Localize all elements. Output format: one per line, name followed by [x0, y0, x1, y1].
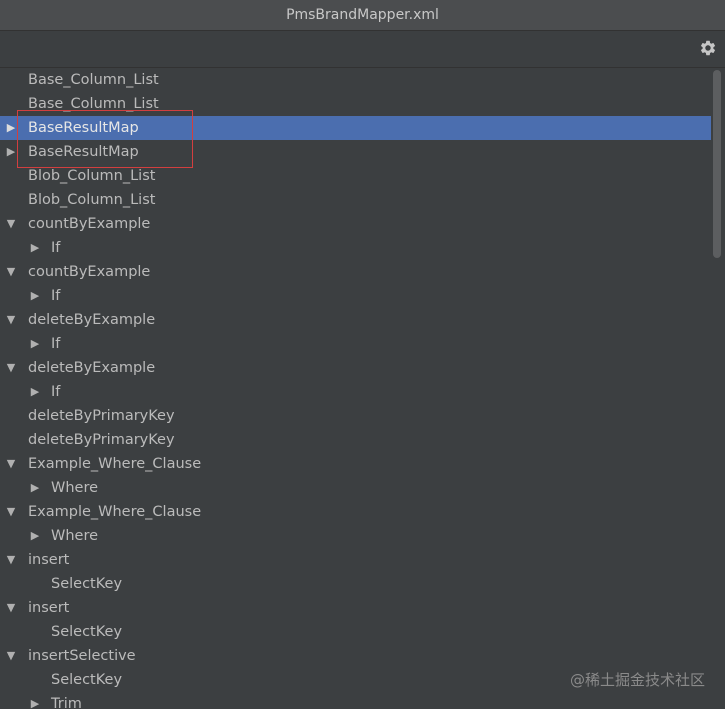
tree-row-label: SelectKey: [51, 672, 123, 688]
tree-row-label: If: [51, 336, 61, 352]
tree-row[interactable]: Blob_Column_List: [0, 164, 725, 188]
tree-row-label: Example_Where_Clause: [28, 456, 202, 472]
scrollbar-thumb[interactable]: [713, 70, 721, 258]
tree-row[interactable]: SelectKey: [0, 620, 725, 644]
tree-row-label: insert: [28, 552, 70, 568]
tree-row-label: insert: [28, 600, 70, 616]
tree-row-label: deleteByPrimaryKey: [28, 432, 175, 448]
expand-arrow-down-icon[interactable]: ▼: [5, 452, 17, 476]
tree-row[interactable]: ▶ Where: [0, 524, 725, 548]
tree-row[interactable]: ▼ countByExample: [0, 212, 725, 236]
tree-row[interactable]: SelectKey: [0, 572, 725, 596]
expand-arrow-down-icon[interactable]: ▼: [5, 260, 17, 284]
expand-arrow-right-icon[interactable]: ▶: [29, 284, 41, 308]
tree-row-label: If: [51, 288, 61, 304]
tree-row-label: Example_Where_Clause: [28, 504, 202, 520]
tree-row-label: Blob_Column_List: [28, 168, 156, 184]
gear-icon[interactable]: [699, 39, 717, 57]
tree-row-label: SelectKey: [51, 624, 123, 640]
tree-row[interactable]: ▼ Example_Where_Clause: [0, 452, 725, 476]
tree-row[interactable]: ▶ If: [0, 284, 725, 308]
expand-arrow-down-icon[interactable]: ▼: [5, 548, 17, 572]
tree-row-label: If: [51, 384, 61, 400]
expand-arrow-right-icon[interactable]: ▶: [5, 116, 17, 140]
tree-row-label: Base_Column_List: [28, 96, 159, 112]
tree-row[interactable]: ▶ If: [0, 380, 725, 404]
tree-row[interactable]: ▼ Example_Where_Clause: [0, 500, 725, 524]
tree-row-label: deleteByExample: [28, 312, 156, 328]
tree-row[interactable]: ▶ Trim: [0, 692, 725, 709]
vertical-scrollbar[interactable]: [711, 68, 725, 709]
tree-row[interactable]: ▼ countByExample: [0, 260, 725, 284]
tree-row[interactable]: ▼ insertSelective: [0, 644, 725, 668]
toolbar: [0, 31, 725, 68]
window-title: PmsBrandMapper.xml: [0, 0, 725, 31]
expand-arrow-down-icon[interactable]: ▼: [5, 596, 17, 620]
tree-row-label: Where: [51, 528, 99, 544]
expand-arrow-right-icon[interactable]: ▶: [29, 236, 41, 260]
tree-row[interactable]: ▶ If: [0, 332, 725, 356]
expand-arrow-right-icon[interactable]: ▶: [29, 332, 41, 356]
tree-row-label: BaseResultMap: [28, 144, 139, 160]
tree-row-label: countByExample: [28, 264, 151, 280]
expand-arrow-down-icon[interactable]: ▼: [5, 356, 17, 380]
tree-row[interactable]: ▼ insert: [0, 548, 725, 572]
structure-tree: Base_Column_List Base_Column_List ▶ BaseRes…: [0, 68, 725, 709]
tree-row-label: deleteByExample: [28, 360, 156, 376]
expand-arrow-down-icon[interactable]: ▼: [5, 308, 17, 332]
expand-arrow-right-icon[interactable]: ▶: [29, 476, 41, 500]
expand-arrow-down-icon[interactable]: ▼: [5, 500, 17, 524]
tree-row-label: Trim: [51, 696, 82, 709]
tree-row[interactable]: Base_Column_List: [0, 92, 725, 116]
tree-row[interactable]: ▼ deleteByExample: [0, 308, 725, 332]
tree-row-label: Where: [51, 480, 99, 496]
expand-arrow-down-icon[interactable]: ▼: [5, 644, 17, 668]
tree-row-label: countByExample: [28, 216, 151, 232]
tree-row[interactable]: deleteByPrimaryKey: [0, 428, 725, 452]
tree-row[interactable]: Base_Column_List: [0, 68, 725, 92]
expand-arrow-right-icon[interactable]: ▶: [29, 524, 41, 548]
tree-row-label: Base_Column_List: [28, 72, 159, 88]
tree-row[interactable]: ▼ insert: [0, 596, 725, 620]
tree-row[interactable]: deleteByPrimaryKey: [0, 404, 725, 428]
tree-row-label: SelectKey: [51, 576, 123, 592]
tree-row[interactable]: ▶ Where: [0, 476, 725, 500]
tree-row-label: insertSelective: [28, 648, 136, 664]
tree-row[interactable]: ▶ BaseResultMap: [0, 140, 725, 164]
tree-row-label: BaseResultMap: [28, 120, 139, 136]
tree-row-label: Blob_Column_List: [28, 192, 156, 208]
tree-row-label: If: [51, 240, 61, 256]
tree-row[interactable]: ▶ If: [0, 236, 725, 260]
expand-arrow-right-icon[interactable]: ▶: [29, 380, 41, 404]
tree-row[interactable]: ▼ deleteByExample: [0, 356, 725, 380]
expand-arrow-right-icon[interactable]: ▶: [5, 140, 17, 164]
tree-row[interactable]: ▶ BaseResultMap: [0, 116, 725, 140]
expand-arrow-down-icon[interactable]: ▼: [5, 212, 17, 236]
tree-row[interactable]: Blob_Column_List: [0, 188, 725, 212]
watermark: @稀土掘金技术社区: [569, 671, 705, 689]
tree-row-label: deleteByPrimaryKey: [28, 408, 175, 424]
expand-arrow-right-icon[interactable]: ▶: [29, 692, 41, 709]
